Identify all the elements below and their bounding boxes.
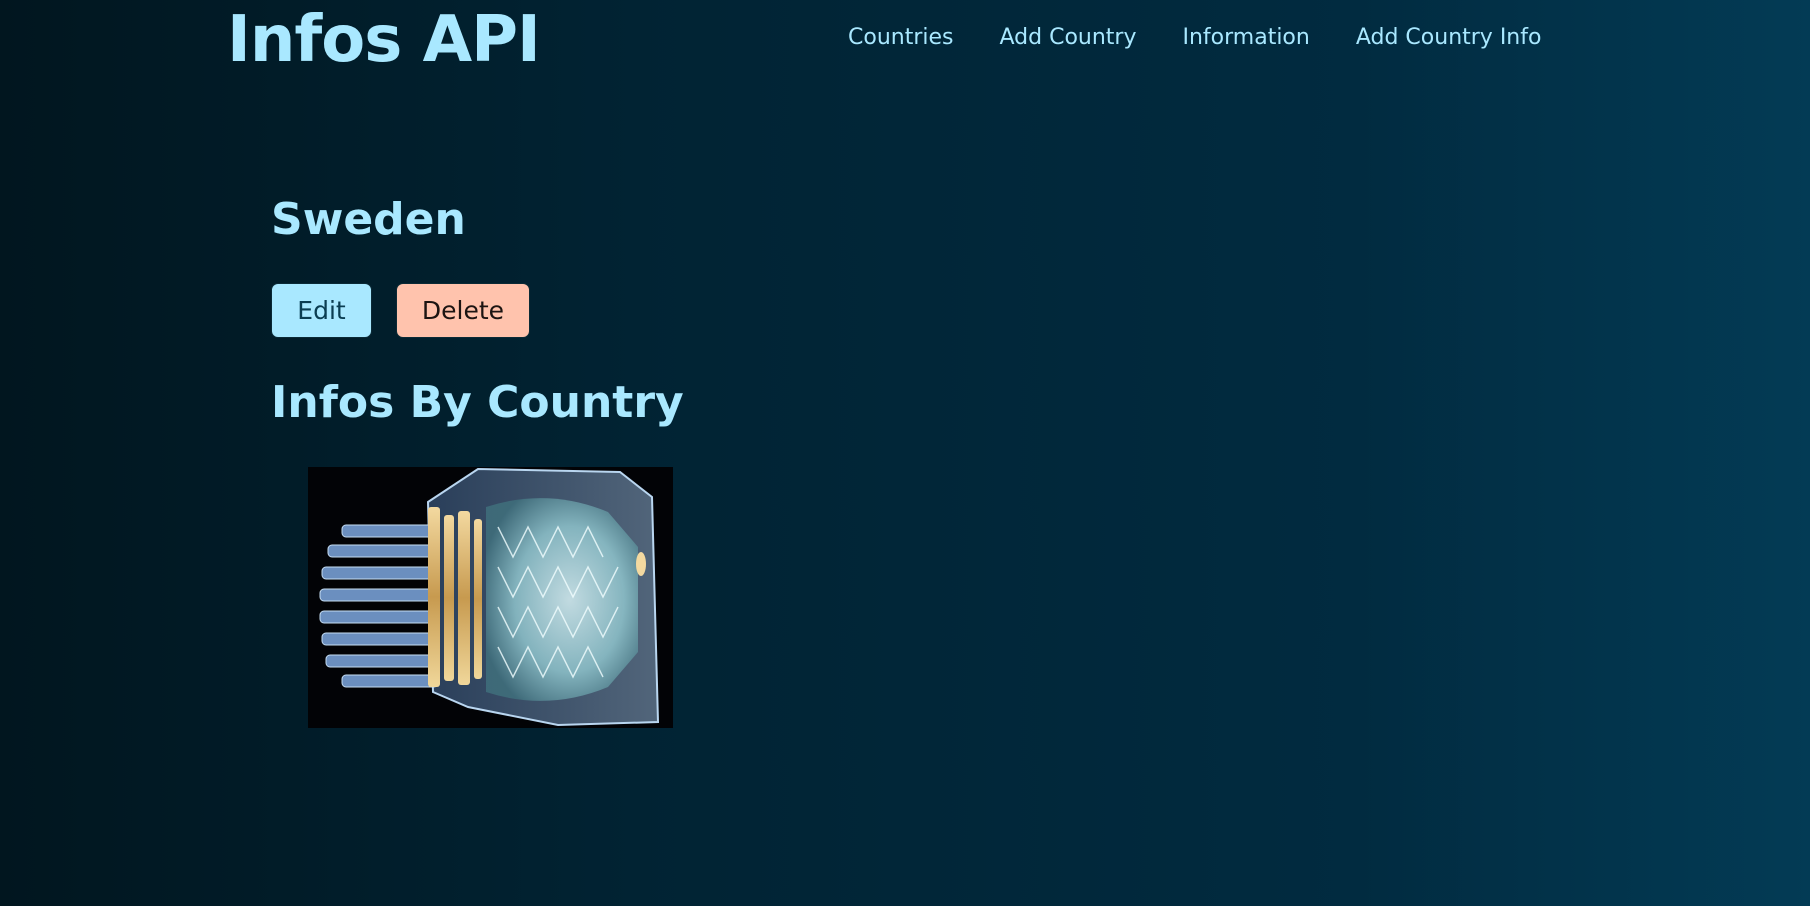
nav-information[interactable]: Information — [1182, 23, 1309, 53]
site-title: Infos API — [227, 3, 541, 77]
main-nav: Countries Add Country Information Add Co… — [848, 23, 1541, 53]
infos-section-title: Infos By Country — [271, 377, 684, 428]
delete-button[interactable]: Delete — [396, 283, 530, 338]
edit-button[interactable]: Edit — [271, 283, 372, 338]
jet-engine-image[interactable] — [308, 467, 673, 728]
nav-add-country-info[interactable]: Add Country Info — [1356, 23, 1542, 53]
jet-engine-illustration — [308, 467, 673, 728]
nav-countries[interactable]: Countries — [848, 23, 954, 53]
country-name: Sweden — [271, 194, 466, 245]
nav-add-country[interactable]: Add Country — [1000, 23, 1137, 53]
